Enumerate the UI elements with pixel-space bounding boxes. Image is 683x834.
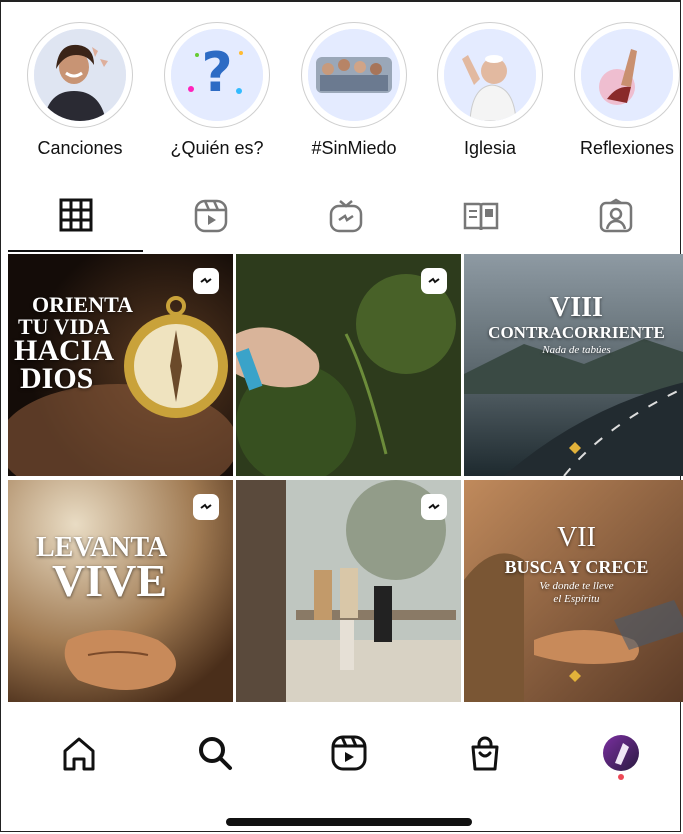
igtv-badge-icon <box>421 494 447 520</box>
highlight-ring: ? <box>164 22 270 128</box>
highlight-ring <box>27 22 133 128</box>
shop-icon <box>471 736 499 771</box>
question-mark-icon: ? <box>171 29 263 121</box>
highlight-label: ¿Quién es? <box>170 138 264 158</box>
highlight-label: Reflexiones <box>579 138 675 158</box>
nav-profile[interactable] <box>596 728 646 778</box>
notification-dot <box>618 774 624 780</box>
highlight-sinmiedo[interactable]: #SinMiedo <box>284 20 424 159</box>
highlight-label: #SinMiedo <box>311 138 397 158</box>
highlight-ring <box>301 22 407 128</box>
igtv-icon <box>329 200 362 233</box>
grid-icon <box>59 198 92 232</box>
pope-photo <box>444 29 536 121</box>
post-subtitle: Nada de tabúes <box>542 344 611 356</box>
svg-text:?: ? <box>201 41 232 104</box>
post-number: VIII <box>550 292 603 323</box>
post-subtitle: el Espíritu <box>553 593 600 605</box>
igtv-badge-icon <box>193 268 219 294</box>
reels-icon <box>194 199 227 233</box>
tab-tagged[interactable] <box>548 190 683 252</box>
highlight-iglesia[interactable]: Iglesia <box>420 20 560 159</box>
nav-home[interactable] <box>54 728 104 778</box>
raised-hand-photo <box>581 29 673 121</box>
crowd-photo <box>308 29 400 121</box>
story-highlights: Canciones ? ¿Quién es? #SinMiedo Iglesia… <box>0 20 683 170</box>
tab-guides[interactable] <box>413 190 548 252</box>
post-title: VIVE <box>52 555 168 606</box>
highlight-ring <box>437 22 543 128</box>
search-icon <box>199 737 232 770</box>
bottom-navigation <box>0 712 683 792</box>
reels-icon <box>331 735 367 771</box>
tab-reels[interactable] <box>143 190 278 252</box>
posts-grid: ORIENTA TU VIDA HACIA DIOS VIII CONTRACO… <box>8 254 683 704</box>
post-title: CONTRACORRIENTE <box>488 323 665 342</box>
highlight-label: Iglesia <box>463 138 517 158</box>
tab-posts-grid[interactable] <box>8 190 143 252</box>
post-subtitle: Ve donde te lleve <box>539 580 614 592</box>
post-title: ORIENTA <box>32 292 134 317</box>
home-icon <box>63 737 95 771</box>
tagged-icon <box>599 198 632 233</box>
post-contracorriente[interactable]: VIII CONTRACORRIENTE Nada de tabúes <box>464 254 683 476</box>
highlight-ring <box>574 22 680 128</box>
highlight-label: Canciones <box>37 138 123 158</box>
home-indicator[interactable] <box>226 818 472 826</box>
nav-search[interactable] <box>190 728 240 778</box>
post-number: VII <box>557 522 596 553</box>
singer-photo <box>34 29 126 121</box>
post-title: BUSCA Y CRECE <box>504 557 649 577</box>
post-hand-plants[interactable] <box>236 254 461 476</box>
nav-reels[interactable] <box>324 728 374 778</box>
post-compass[interactable]: ORIENTA TU VIDA HACIA DIOS <box>8 254 233 476</box>
post-levanta-vive[interactable]: LEVANTA VIVE <box>8 480 233 702</box>
post-title: DIOS <box>20 362 94 395</box>
nav-shop[interactable] <box>460 728 510 778</box>
post-park-bench[interactable] <box>236 480 461 702</box>
profile-tabs <box>8 190 683 252</box>
post-busca-y-crece[interactable]: VII BUSCA Y CRECE Ve donde te lleve el E… <box>464 480 683 702</box>
highlight-canciones[interactable]: Canciones <box>10 20 150 159</box>
tab-igtv[interactable] <box>278 190 413 252</box>
highlight-reflexiones[interactable]: Reflexiones <box>557 20 683 159</box>
profile-avatar <box>603 735 639 771</box>
igtv-badge-icon <box>421 268 447 294</box>
igtv-badge-icon <box>193 494 219 520</box>
highlight-quien-es[interactable]: ? ¿Quién es? <box>147 20 287 159</box>
guide-icon <box>463 202 498 231</box>
